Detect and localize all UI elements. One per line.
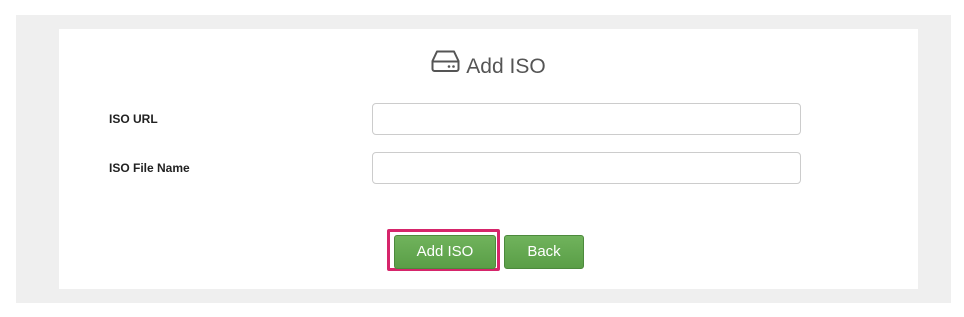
page-title-text: Add ISO: [466, 55, 546, 78]
iso-file-name-input[interactable]: [372, 152, 801, 184]
add-iso-button[interactable]: Add ISO: [394, 235, 496, 269]
iso-url-label: ISO URL: [109, 112, 158, 126]
iso-url-input[interactable]: [372, 103, 801, 135]
back-button[interactable]: Back: [504, 235, 584, 269]
page-background: Add ISO ISO URL ISO File Name Add ISO Ba…: [16, 15, 951, 303]
add-iso-panel: Add ISO ISO URL ISO File Name Add ISO Ba…: [59, 29, 918, 289]
page-title: Add ISO: [59, 49, 918, 83]
iso-file-name-label: ISO File Name: [109, 161, 190, 175]
hard-drive-icon: [431, 49, 460, 81]
